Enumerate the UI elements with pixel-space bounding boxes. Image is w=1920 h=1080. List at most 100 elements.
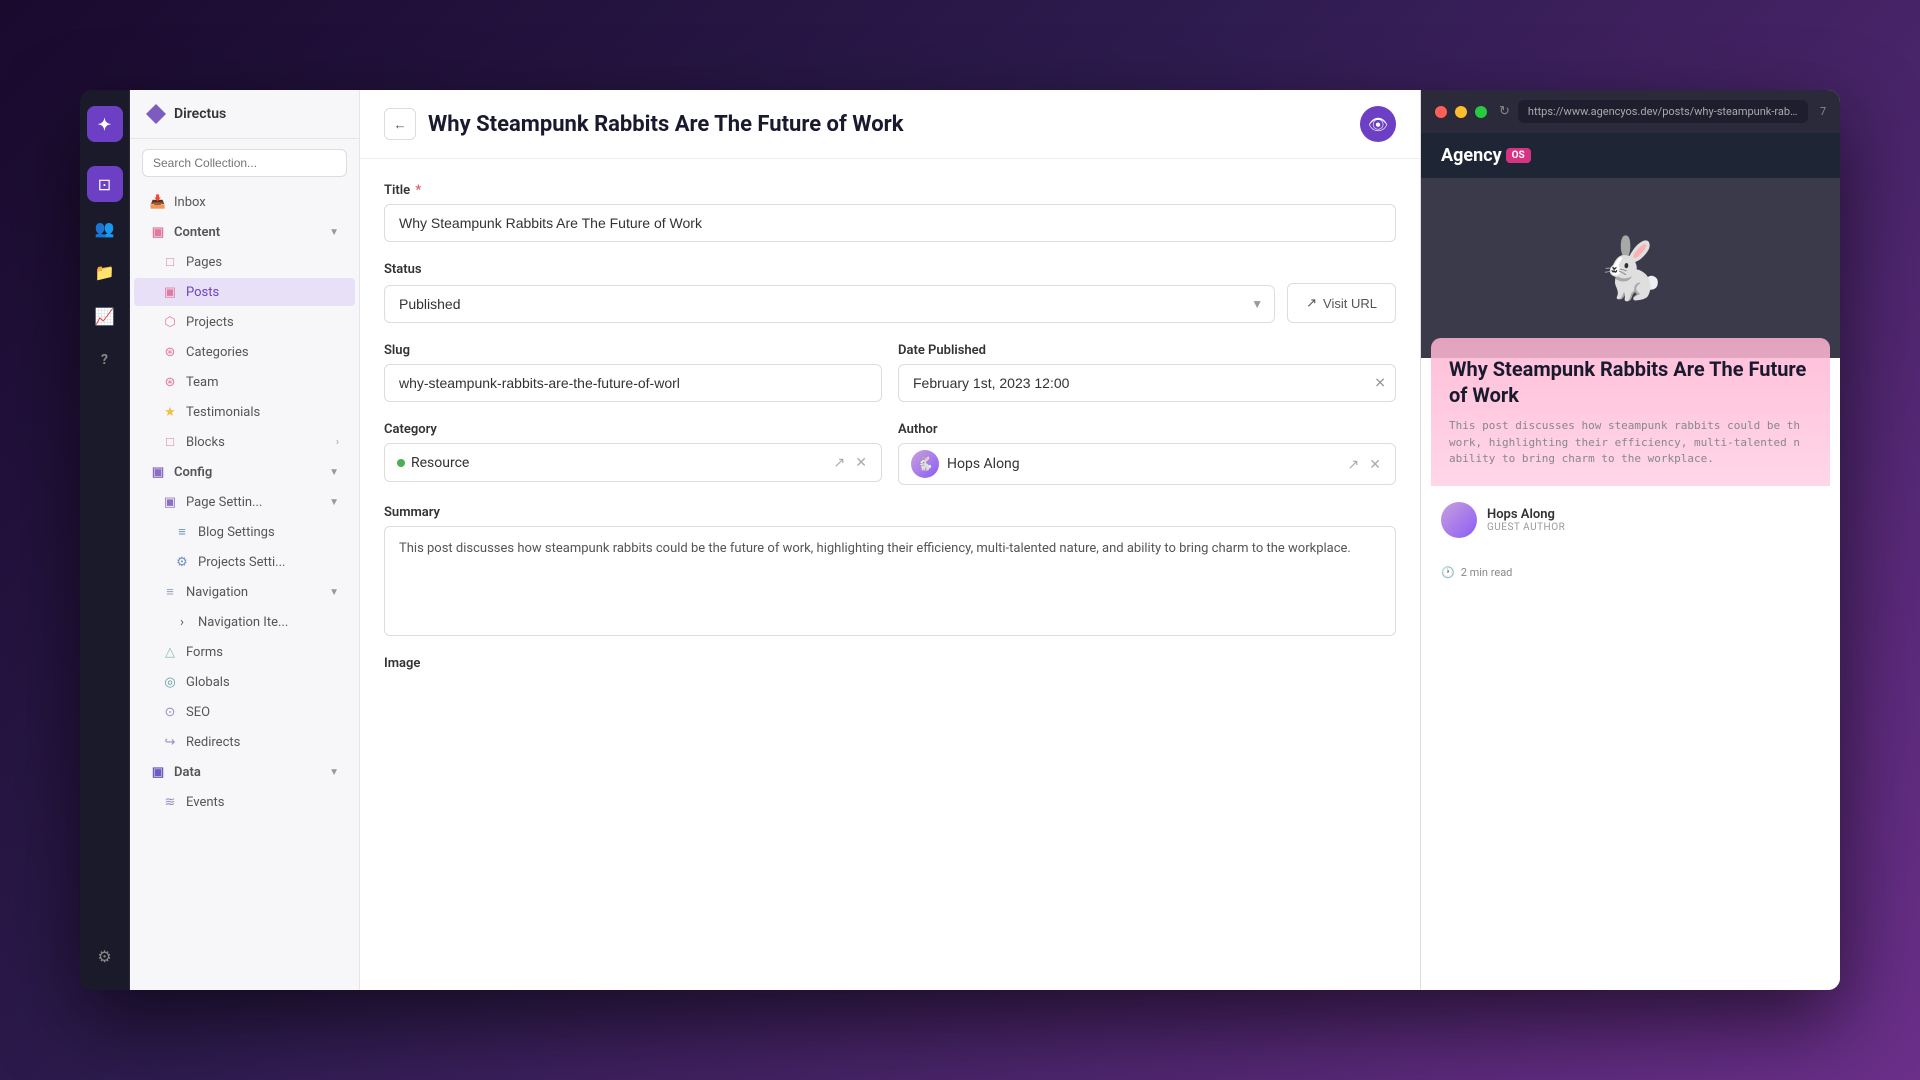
sidebar-item-testimonials[interactable]: ★ Testimonials <box>134 398 355 426</box>
rabbit-face: 🐇 <box>1421 178 1840 358</box>
category-open-button[interactable]: ↗ <box>832 452 848 473</box>
preview-toggle-button[interactable]: 👁 <box>1360 106 1396 142</box>
nav-settings-icon[interactable]: ⚙ <box>87 938 123 974</box>
title-input[interactable] <box>384 204 1396 242</box>
author-avatar: 🐇 <box>911 450 939 478</box>
nav-files-icon[interactable]: 📁 <box>87 254 123 290</box>
app-logo[interactable]: ✦ <box>87 106 123 142</box>
sidebar-item-projects[interactable]: ⬡ Projects <box>134 308 355 336</box>
nav-insights-icon[interactable]: 📈 <box>87 298 123 334</box>
sidebar-item-navigation-items[interactable]: › Navigation Ite... <box>134 608 355 636</box>
status-label: Status <box>384 262 1396 277</box>
seo-icon: ⊙ <box>162 704 178 720</box>
sidebar-item-redirects[interactable]: ↪ Redirects <box>134 728 355 756</box>
nav-help-icon[interactable]: ? <box>87 342 123 378</box>
author-field-group: Author 🐇 Hops Along ↗ ✕ <box>898 422 1396 485</box>
preview-card-title: Why Steampunk Rabbits Are The Future of … <box>1449 356 1812 408</box>
author-actions: ↗ ✕ <box>1346 454 1383 475</box>
category-field-group: Category Resource ↗ ✕ <box>384 422 882 485</box>
rabbit-emoji: 🐇 <box>1593 233 1668 304</box>
form-body: Title * Status Published Draft Archived … <box>360 159 1420 990</box>
slug-label: Slug <box>384 343 882 358</box>
category-label: Category <box>384 422 882 437</box>
summary-field-group: Summary This post discusses how steampun… <box>384 505 1396 636</box>
chevron-down-icon: ▼ <box>329 227 339 238</box>
external-link-icon: ↗ <box>1306 295 1317 311</box>
date-field-group: Date Published ✕ <box>898 343 1396 402</box>
settings-icon: ⚙ <box>97 947 111 966</box>
folder-icon: 📁 <box>95 263 115 282</box>
date-clear-button[interactable]: ✕ <box>1374 375 1386 392</box>
inbox-icon: 📥 <box>150 194 166 210</box>
team-icon: ⊛ <box>162 374 178 390</box>
sidebar-item-posts[interactable]: ▣ Posts <box>134 278 355 306</box>
status-select[interactable]: Published Draft Archived <box>384 285 1275 323</box>
back-button[interactable]: ← <box>384 108 416 140</box>
testimonials-icon: ★ <box>162 404 178 420</box>
preview-os-badge: OS <box>1506 148 1531 163</box>
preview-hero-image: 🐇 <box>1421 178 1840 358</box>
category-remove-button[interactable]: ✕ <box>853 452 869 473</box>
slug-input-wrapper <box>384 364 882 402</box>
sidebar-item-content[interactable]: ▣ Content ▼ <box>134 218 355 246</box>
sidebar-item-team[interactable]: ⊛ Team <box>134 368 355 396</box>
browser-maximize-button[interactable] <box>1475 106 1487 118</box>
sidebar-item-globals[interactable]: ◎ Globals <box>134 668 355 696</box>
page-settings-icon: ▣ <box>162 494 178 510</box>
url-bar[interactable]: https://www.agencyos.dev/posts/why-steam… <box>1518 100 1808 123</box>
sidebar-item-blog-settings[interactable]: ≡ Blog Settings <box>134 518 355 546</box>
preview-card-desc: This post discusses how steampunk rabbit… <box>1449 418 1812 468</box>
sidebar-item-categories[interactable]: ⊛ Categories <box>134 338 355 366</box>
author-open-button[interactable]: ↗ <box>1346 454 1362 475</box>
image-field-group: Image <box>384 656 1396 671</box>
author-remove-button[interactable]: ✕ <box>1367 454 1383 475</box>
nav-collections-icon[interactable]: ⊡ <box>87 166 123 202</box>
globals-icon: ◎ <box>162 674 178 690</box>
sidebar-item-navigation[interactable]: ≡ Navigation ▼ <box>134 578 355 606</box>
reload-icon[interactable]: ↻ <box>1499 104 1510 119</box>
status-select-wrapper: Published Draft Archived ▼ <box>384 285 1275 323</box>
search-input[interactable] <box>142 149 347 177</box>
status-row: Published Draft Archived ▼ ↗ Visit URL <box>384 283 1396 323</box>
browser-close-button[interactable] <box>1435 106 1447 118</box>
nav-users-icon[interactable]: 👥 <box>87 210 123 246</box>
sidebar-item-page-settings[interactable]: ▣ Page Settin... ▼ <box>134 488 355 516</box>
slug-input[interactable] <box>384 364 882 402</box>
sidebar-item-pages[interactable]: □ Pages <box>134 248 355 276</box>
page-title: Why Steampunk Rabbits Are The Future of … <box>428 112 903 137</box>
navigation-icon: ≡ <box>162 584 178 600</box>
preview-author-avatar <box>1441 502 1477 538</box>
title-field-group: Title * <box>384 183 1396 242</box>
sidebar-item-inbox[interactable]: 📥 Inbox <box>134 188 355 216</box>
status-field-group: Status Published Draft Archived ▼ ↗ Visi… <box>384 262 1396 323</box>
preview-content: Agency OS 🐇 Why Steampunk Rabbits Are Th… <box>1421 133 1840 990</box>
browser-minimize-button[interactable] <box>1455 106 1467 118</box>
sidebar-item-data[interactable]: ▣ Data ▼ <box>134 758 355 786</box>
pages-icon: □ <box>162 254 178 270</box>
slug-field-group: Slug <box>384 343 882 402</box>
sidebar-item-config[interactable]: ▣ Config ▼ <box>134 458 355 486</box>
preview-author-name: Hops Along <box>1487 507 1565 522</box>
chart-icon: 📈 <box>95 307 115 326</box>
category-value: Resource <box>411 455 826 471</box>
sidebar-item-seo[interactable]: ⊙ SEO <box>134 698 355 726</box>
icon-sidebar: ✦ ⊡ 👥 📁 📈 ? ⚙ <box>80 90 130 990</box>
summary-input[interactable]: This post discusses how steampunk rabbit… <box>384 526 1396 636</box>
sidebar-item-events[interactable]: ≋ Events <box>134 788 355 816</box>
data-icon: ▣ <box>150 764 166 780</box>
date-input[interactable] <box>898 364 1396 402</box>
preview-body: Why Steampunk Rabbits Are The Future of … <box>1421 358 1840 486</box>
eye-icon: 👁 <box>1368 115 1388 134</box>
back-arrow-icon: ← <box>393 117 406 132</box>
sidebar-item-forms[interactable]: △ Forms <box>134 638 355 666</box>
preview-agency-name: Agency <box>1441 145 1502 166</box>
directus-logo <box>146 104 166 124</box>
sidebar-item-blocks[interactable]: □ Blocks › <box>134 428 355 456</box>
category-dot <box>397 459 405 467</box>
events-icon: ≋ <box>162 794 178 810</box>
chevron-down-icon-config: ▼ <box>329 467 339 478</box>
date-label: Date Published <box>898 343 1396 358</box>
app-window: ✦ ⊡ 👥 📁 📈 ? ⚙ Directus 📥 Inbox <box>80 90 1840 990</box>
visit-url-button[interactable]: ↗ Visit URL <box>1287 283 1396 323</box>
sidebar-item-projects-settings[interactable]: ⚙ Projects Setti... <box>134 548 355 576</box>
